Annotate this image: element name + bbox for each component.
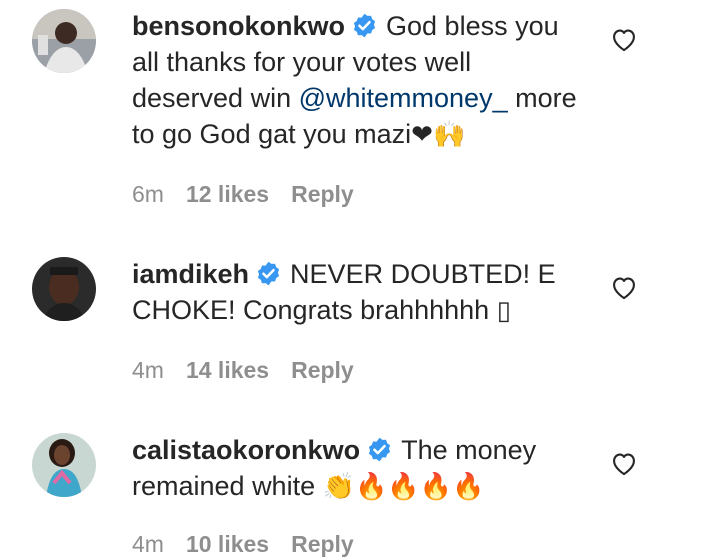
likes-count[interactable]: 14 likes xyxy=(186,357,269,383)
heart-outline-icon xyxy=(613,453,635,476)
likes-count[interactable]: 10 likes xyxy=(186,531,269,557)
verified-badge-icon xyxy=(351,12,378,39)
timestamp: 4m xyxy=(132,357,164,383)
reply-button[interactable]: Reply xyxy=(291,357,354,383)
username[interactable]: calistaokoronkwo xyxy=(132,435,360,465)
reply-button[interactable]: Reply xyxy=(291,181,354,207)
verified-badge-icon xyxy=(255,260,282,287)
like-button[interactable] xyxy=(610,450,638,476)
mention-link[interactable]: @whitemmoney_ xyxy=(299,83,508,113)
comment-text: bensonokonkwo God bless you all thanks fo… xyxy=(132,8,582,152)
emoji: ▯ xyxy=(496,295,512,325)
like-button[interactable] xyxy=(610,274,638,300)
timestamp: 6m xyxy=(132,181,164,207)
timestamp: 4m xyxy=(132,531,164,557)
avatar[interactable] xyxy=(32,257,96,321)
reply-button[interactable]: Reply xyxy=(291,531,354,557)
avatar[interactable] xyxy=(32,433,96,497)
verified-badge-icon xyxy=(366,436,393,463)
avatar[interactable] xyxy=(32,9,96,73)
comment-text: iamdikeh NEVER DOUBTED! E CHOKE! Congrats… xyxy=(132,256,582,328)
comment-meta: 4m 10 likes Reply xyxy=(132,531,376,558)
username[interactable]: bensonokonkwo xyxy=(132,11,345,41)
emoji: ❤🙌 xyxy=(411,119,466,149)
comment-meta: 6m 12 likes Reply xyxy=(132,181,376,208)
emoji: 👏🔥🔥🔥🔥 xyxy=(322,471,485,501)
heart-outline-icon xyxy=(613,277,635,300)
like-button[interactable] xyxy=(610,26,638,52)
comment-meta: 4m 14 likes Reply xyxy=(132,357,376,384)
comment-text: calistaokoronkwo The money remained white… xyxy=(132,432,582,504)
heart-outline-icon xyxy=(613,29,635,52)
username[interactable]: iamdikeh xyxy=(132,259,249,289)
likes-count[interactable]: 12 likes xyxy=(186,181,269,207)
